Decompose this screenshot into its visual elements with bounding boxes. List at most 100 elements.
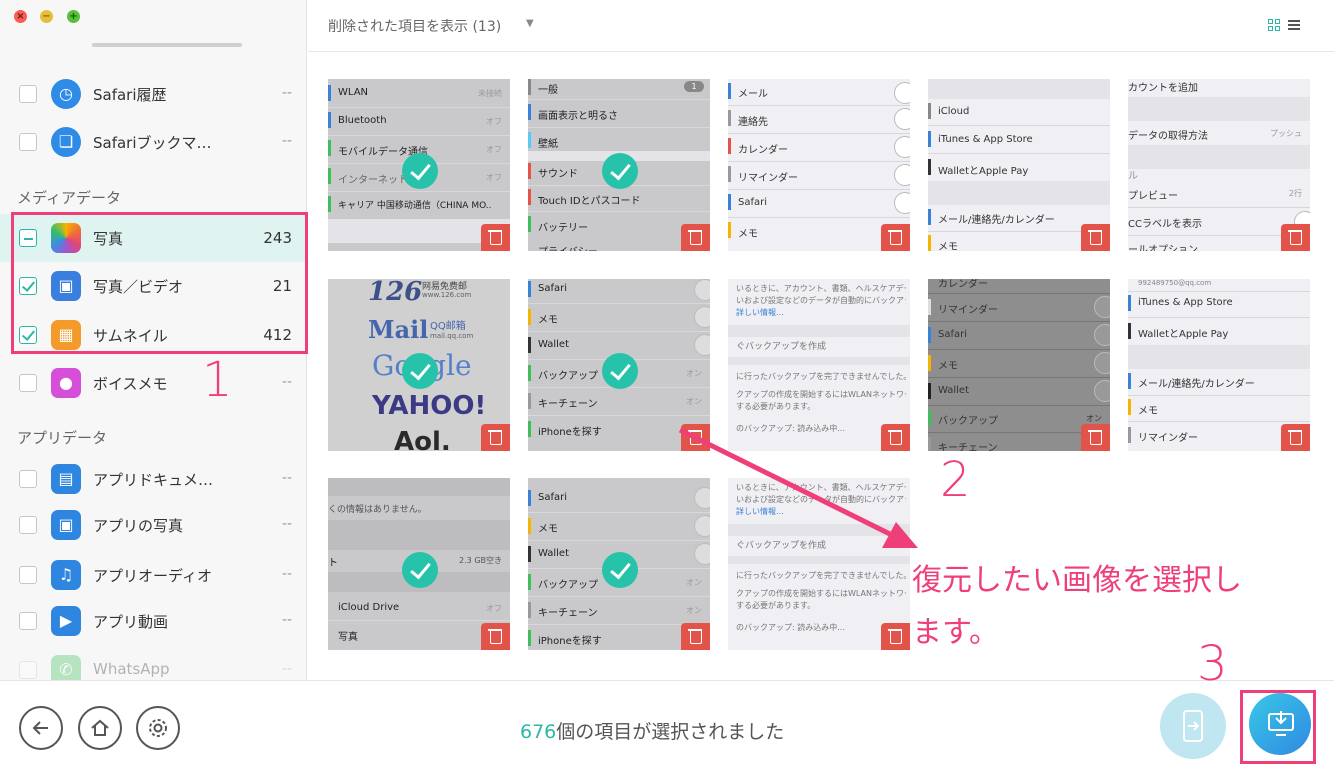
list-view-icon[interactable] (1288, 19, 1300, 31)
sidebar-item-safari-bookmark[interactable]: ❏ Safariブックマ… -- (0, 118, 306, 166)
whatsapp-icon: ✆ (51, 655, 81, 680)
app-window: × − + ◷ Safari履歴 -- ❏ Safariブックマ… -- メディ… (0, 0, 1334, 774)
view-toggle (1268, 17, 1300, 33)
section-heading-media: メディアデータ (17, 189, 121, 207)
trash-icon[interactable] (1081, 424, 1110, 451)
app-audio-icon: ♫ (51, 560, 81, 590)
trash-icon[interactable] (681, 224, 710, 251)
selected-check-icon (602, 153, 638, 189)
checkbox[interactable] (19, 566, 37, 584)
checkbox[interactable] (19, 612, 37, 630)
trash-icon[interactable] (881, 623, 910, 650)
sidebar-item-safari-history[interactable]: ◷ Safari履歴 -- (0, 70, 306, 118)
thumbnail-tile[interactable]: Safari メモ Wallet バックアップ オン キーチェーン オン iPhon… (528, 279, 710, 451)
checkbox[interactable] (19, 133, 37, 151)
section-heading-app: アプリデータ (17, 429, 108, 447)
selected-check-icon (402, 353, 438, 389)
checkbox[interactable] (19, 470, 37, 488)
item-count: -- (281, 661, 292, 677)
checkbox[interactable] (19, 516, 37, 534)
trash-icon[interactable] (481, 424, 510, 451)
item-count: -- (281, 374, 292, 390)
close-window-button[interactable]: × (14, 10, 27, 23)
trash-icon[interactable] (881, 224, 910, 251)
thumbnail-tile[interactable]: くの情報はありません。 ト2.3 GB空き iCloud Driveオフ 写真オ… (328, 478, 510, 650)
sidebar-item-label: アプリオーディオ (93, 567, 212, 585)
sidebar-item-app-photo[interactable]: ▣ アプリの写真 -- (0, 501, 306, 549)
arrow-left-icon (32, 721, 48, 735)
selected-check-icon (602, 353, 638, 389)
sidebar-item-app-audio[interactable]: ♫ アプリオーディオ -- (0, 551, 306, 599)
thumbnail-tile[interactable]: いるときに、アカウント、書類、ヘルスケアデータ、ホ いおよび設定などのデータが自… (728, 279, 910, 451)
thumbnail-tile[interactable]: WLAN 未接続 Bluetooth オフ モバイルデータ通信 オフ インターネット共… (328, 79, 510, 251)
app-document-icon: ▤ (51, 464, 81, 494)
app-video-icon: ▶ (51, 606, 81, 636)
phone-transfer-icon (1183, 710, 1203, 742)
trash-icon[interactable] (1281, 224, 1310, 251)
bottom-bar: 676個の項目が選択されました (0, 680, 1334, 774)
annotation-box-categories (11, 212, 308, 354)
sidebar-item-voice-memo[interactable]: ● ボイスメモ -- (0, 359, 306, 407)
thumbnail-tile[interactable]: 992489750@qq.com iTunes & App Store Wall… (1128, 279, 1310, 451)
deleted-filter-dropdown[interactable]: 削除された項目を表示 (13) (328, 16, 501, 36)
sidebar-item-label: Safari履歴 (93, 86, 167, 104)
thumbnail-tile[interactable]: iCloud iTunes & App Store WalletとApple P… (928, 79, 1110, 251)
sidebar-item-app-document[interactable]: ▤ アプリドキュメ… -- (0, 455, 306, 503)
gear-icon (149, 719, 167, 737)
settings-button[interactable] (136, 706, 180, 750)
chevron-down-icon[interactable]: ▼ (526, 18, 534, 29)
thumbnail-tile[interactable]: いるときに、アカウント、書類、ヘルスケアデータ、ホ いおよび設定などのデータが自… (728, 478, 910, 650)
sidebar-item-label: アプリの写真 (93, 517, 184, 535)
trash-icon[interactable] (481, 224, 510, 251)
safari-bookmark-icon: ❏ (51, 127, 81, 157)
item-count: -- (281, 85, 292, 101)
trash-icon[interactable] (1081, 224, 1110, 251)
item-count: -- (281, 612, 292, 628)
back-button[interactable] (19, 706, 63, 750)
trash-icon[interactable] (681, 623, 710, 650)
thumbnail-tile[interactable]: メール 連絡先 カレンダー リマインダー Safari メモ (728, 79, 910, 251)
trash-icon[interactable] (681, 424, 710, 451)
thumbnail-tile[interactable]: 一般 1 画面表示と明るさ 壁紙 サウンド Touch IDとパスコード バッテ… (528, 79, 710, 251)
item-count: -- (281, 566, 292, 582)
content-header: 削除された項目を表示 (13) ▼ (308, 0, 1334, 52)
checkbox[interactable] (19, 661, 37, 679)
clipped-list-item (20, 38, 290, 54)
selection-status: 676個の項目が選択されました (520, 717, 784, 744)
sidebar-item-label: アプリ動画 (93, 613, 169, 631)
thumbnail-tile[interactable]: カウントを追加 データの取得方法 プッシュ ル プレビュー 2行 CCラベルを表示 … (1128, 79, 1310, 251)
selected-check-icon (402, 552, 438, 588)
sidebar-item-label: Safariブックマ… (93, 134, 212, 152)
item-count: -- (281, 470, 292, 486)
annotation-box-recover (1240, 690, 1316, 764)
checkbox[interactable] (19, 374, 37, 392)
thumbnail-tile[interactable]: 126 网易免费邮 www.126.com Mail QQ邮箱 mail.qq.… (328, 279, 510, 451)
item-count: -- (281, 516, 292, 532)
thumbnail-tile[interactable]: カレンダー リマインダー Safari メモ Wallet バックアップ オン キ… (928, 279, 1110, 451)
home-button[interactable] (78, 706, 122, 750)
annotation-step-1: 1 (202, 352, 233, 408)
voice-memo-icon: ● (51, 368, 81, 398)
selected-count: 676 (520, 721, 557, 743)
minimize-window-button[interactable]: − (40, 10, 53, 23)
selected-label: 個の項目が選択されました (556, 721, 785, 743)
sidebar-item-app-video[interactable]: ▶ アプリ動画 -- (0, 597, 306, 645)
trash-icon[interactable] (1281, 424, 1310, 451)
sidebar-item-label: WhatsApp (93, 660, 170, 678)
selected-check-icon (602, 552, 638, 588)
annotation-instruction: 復元したい画像を選択します。 (912, 563, 1242, 650)
maximize-window-button[interactable]: + (67, 10, 80, 23)
app-photo-icon: ▣ (51, 510, 81, 540)
annotation-step-2: 2 (940, 452, 971, 508)
trash-icon[interactable] (481, 623, 510, 650)
sidebar-item-whatsapp[interactable]: ✆ WhatsApp -- (0, 646, 306, 680)
sidebar-item-label: ボイスメモ (93, 375, 168, 393)
checkbox[interactable] (19, 85, 37, 103)
trash-icon[interactable] (881, 424, 910, 451)
selected-check-icon (402, 153, 438, 189)
to-device-button[interactable] (1160, 693, 1226, 759)
safari-history-icon: ◷ (51, 79, 81, 109)
thumbnail-tile[interactable]: Safari メモ Wallet バックアップ オン キーチェーン オン iPhon… (528, 478, 710, 650)
sidebar-item-label: アプリドキュメ… (93, 471, 214, 489)
grid-view-icon[interactable] (1268, 19, 1280, 31)
